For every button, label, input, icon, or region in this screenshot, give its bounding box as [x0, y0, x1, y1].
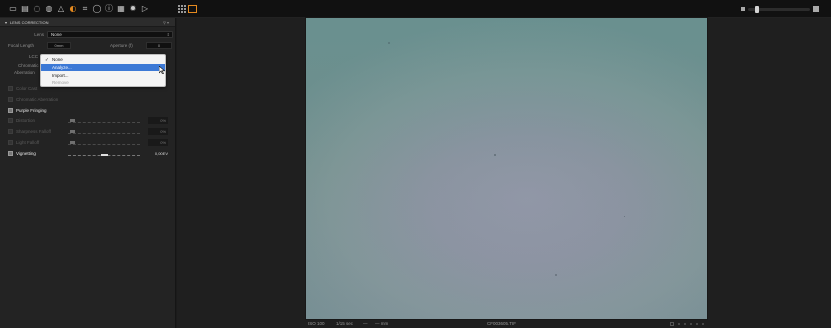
- section-distortion[interactable]: Distortion: [8, 118, 35, 123]
- rating-dot[interactable]: [684, 323, 686, 325]
- section-sharpness-falloff[interactable]: Sharpness Falloff: [8, 129, 51, 134]
- rating-dot[interactable]: [690, 323, 692, 325]
- section-vignetting[interactable]: Vignetting: [8, 151, 36, 156]
- purple-fringing-checkbox[interactable]: [8, 108, 13, 113]
- light-falloff-checkbox[interactable]: [8, 140, 13, 145]
- dust-speck: [494, 154, 496, 156]
- lens-icon[interactable]: ◐: [68, 4, 78, 14]
- zoom-in-icon[interactable]: [813, 6, 819, 12]
- focal-length-label: Focal Length: [8, 42, 35, 48]
- vignetting-label: Vignetting: [16, 151, 36, 156]
- panel-options-icon[interactable]: ⚲ ▾: [163, 20, 169, 25]
- shutter-text: 1/15 sec: [336, 321, 354, 326]
- menu-item-analyze[interactable]: Analyze...: [41, 64, 165, 71]
- menu-item-none[interactable]: ✓ None: [41, 56, 165, 63]
- menu-item-none-label: None: [52, 57, 63, 62]
- photo-preview[interactable]: [306, 18, 707, 319]
- menu-item-analyze-label: Analyze...: [52, 65, 72, 70]
- distortion-checkbox[interactable]: [8, 118, 13, 123]
- distortion-slider[interactable]: [68, 122, 140, 123]
- color-icon[interactable]: ◍: [44, 4, 54, 14]
- lens-value: None: [51, 31, 62, 37]
- section-purple-fringing[interactable]: Purple Fringing: [8, 108, 47, 113]
- section-light-falloff[interactable]: Light Falloff: [8, 140, 39, 145]
- light-falloff-slider-knob[interactable]: [70, 141, 75, 144]
- focal-aperture-row: Focal Length 0mm Aperture (f) 0: [0, 40, 176, 50]
- menu-item-import[interactable]: Import...: [41, 72, 165, 79]
- zoom-out-icon[interactable]: [741, 7, 745, 11]
- sharpness-falloff-slider[interactable]: [68, 133, 140, 134]
- checkmark-icon: ✓: [45, 57, 49, 62]
- chromatic-aberration-label: Chromatic Aberration: [16, 97, 59, 102]
- mouse-cursor-icon: [159, 66, 165, 74]
- light-falloff-value[interactable]: 0%: [148, 139, 168, 146]
- distortion-value[interactable]: 0%: [148, 117, 168, 124]
- lens-select[interactable]: None ⇕: [47, 30, 173, 38]
- adjustments-icon[interactable]: ◯: [92, 4, 102, 14]
- chromatic-label: Chromatic: [18, 63, 39, 68]
- distortion-label: Distortion: [16, 118, 36, 123]
- tool-tabs: ▭ ▤ ◌ ◍ △ ◐ ⌗ ◯ ⓘ ▦ ✹ ▷: [8, 4, 150, 14]
- output-icon[interactable]: ▦: [116, 4, 126, 14]
- filename-text: CF003605.TIF: [487, 321, 517, 326]
- rating-dot[interactable]: [678, 323, 680, 325]
- settings-icon[interactable]: ✹: [128, 4, 138, 14]
- metadata-icon[interactable]: ⓘ: [104, 4, 114, 14]
- lens-row: Lens None ⇕: [0, 29, 176, 39]
- top-toolbar: ▭ ▤ ◌ ◍ △ ◐ ⌗ ◯ ⓘ ▦ ✹ ▷: [0, 0, 831, 18]
- rating-control[interactable]: [670, 322, 704, 326]
- menu-item-remove: Remove: [41, 79, 165, 86]
- library-icon[interactable]: ▤: [20, 4, 30, 14]
- aperture-text: —: [363, 321, 368, 326]
- view-mode-switch: [178, 5, 197, 13]
- lcc-dropdown-menu: ✓ None Analyze... Import... Remove: [40, 54, 166, 87]
- dust-speck: [624, 216, 625, 217]
- single-view-icon[interactable]: [188, 5, 197, 13]
- aperture-field[interactable]: 0: [146, 41, 172, 49]
- sharpness-falloff-label: Sharpness Falloff: [16, 129, 51, 134]
- aperture-label: Aperture (f): [110, 42, 133, 48]
- vignetting-value[interactable]: 0,00EV: [150, 150, 170, 157]
- batch-icon[interactable]: ▷: [140, 4, 150, 14]
- grid-view-icon[interactable]: [178, 5, 186, 13]
- focal-text: — mm: [375, 321, 389, 326]
- section-chromatic-aberration[interactable]: Chromatic Aberration: [8, 97, 58, 102]
- color-cast-label: Color Cast: [16, 86, 38, 91]
- rating-dot[interactable]: [696, 323, 698, 325]
- panel-title: LENS CORRECTION: [10, 19, 49, 25]
- exposure-icon[interactable]: △: [56, 4, 66, 14]
- crop-icon[interactable]: ⌗: [80, 4, 90, 14]
- rating-dot[interactable]: [702, 323, 704, 325]
- chromatic-aberration-checkbox[interactable]: [8, 97, 13, 102]
- sharpness-falloff-checkbox[interactable]: [8, 129, 13, 134]
- section-color-cast[interactable]: Color Cast: [8, 86, 37, 91]
- color-cast-checkbox[interactable]: [8, 86, 13, 91]
- iso-text: ISO 100: [308, 321, 325, 326]
- light-falloff-slider[interactable]: [68, 144, 140, 145]
- select-arrows-icon: ⇕: [166, 31, 170, 37]
- zoom-slider[interactable]: [748, 5, 810, 13]
- zoom-icon[interactable]: ◌: [32, 4, 42, 14]
- panel-header[interactable]: ▾ LENS CORRECTION ⚲ ▾: [0, 18, 175, 27]
- zoom-control: [741, 5, 819, 13]
- distortion-slider-knob[interactable]: [70, 119, 75, 122]
- sharpness-falloff-value[interactable]: 0%: [148, 128, 168, 135]
- menu-item-remove-label: Remove: [52, 80, 69, 85]
- lcc-label: LCC: [28, 53, 38, 59]
- zoom-slider-handle[interactable]: [754, 5, 759, 13]
- color-tag-icon[interactable]: [670, 322, 674, 326]
- folder-icon[interactable]: ▭: [8, 4, 18, 14]
- collapse-arrow-icon[interactable]: ▾: [5, 20, 7, 25]
- menu-item-import-label: Import...: [52, 73, 69, 78]
- lens-label: Lens: [34, 31, 44, 37]
- sharpness-falloff-slider-knob[interactable]: [70, 130, 75, 133]
- aberration-label: Aberration: [14, 70, 35, 75]
- vignetting-slider-knob[interactable]: [101, 154, 108, 156]
- vignetting-checkbox[interactable]: [8, 151, 13, 156]
- dust-speck: [388, 42, 390, 44]
- light-falloff-label: Light Falloff: [16, 140, 40, 145]
- purple-fringing-label: Purple Fringing: [16, 108, 47, 113]
- dust-speck: [555, 274, 557, 276]
- focal-length-field[interactable]: 0mm: [47, 41, 71, 49]
